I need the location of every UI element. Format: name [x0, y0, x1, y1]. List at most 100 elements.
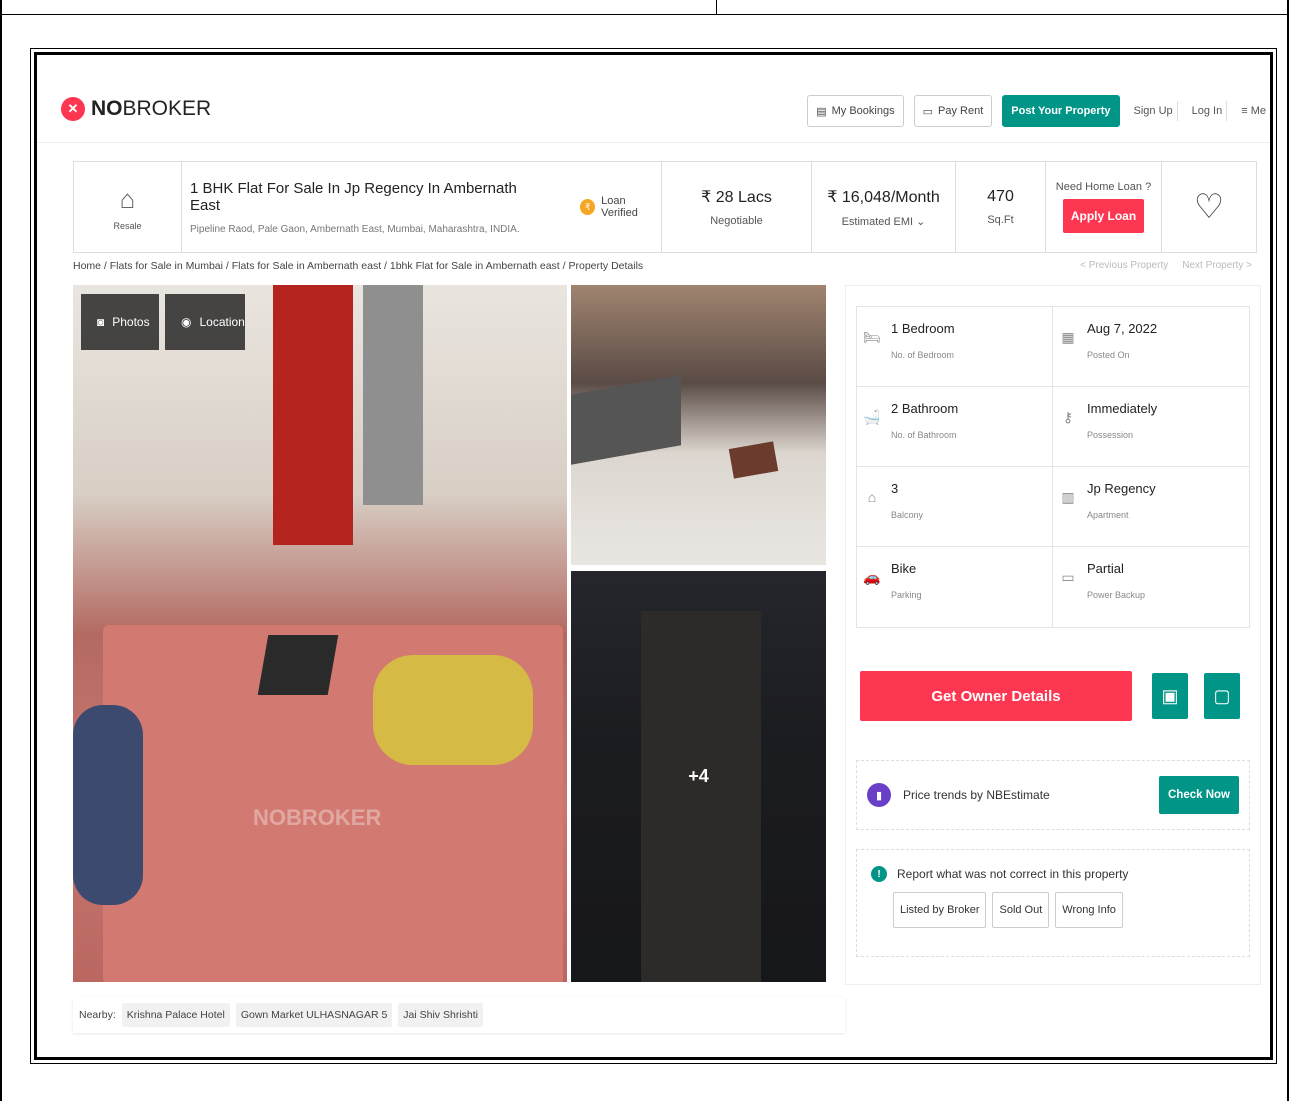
rupee-coin-icon: ₹	[580, 199, 596, 215]
menu-button[interactable]: ≡ Me	[1237, 101, 1270, 121]
price-cell: ₹ 28 Lacs Negotiable	[662, 162, 812, 252]
detail-apartment: ▥ Jp Regency Apartment	[1053, 467, 1249, 547]
loan-question: Need Home Loan ?	[1055, 181, 1152, 193]
pay-rent-button[interactable]: ▭ Pay Rent	[913, 95, 993, 127]
chat-button[interactable]: ▢	[1204, 673, 1240, 719]
card-icon: ▭	[922, 105, 934, 118]
camera-icon: ◙	[97, 315, 105, 329]
building-photo[interactable]: +4	[571, 571, 826, 982]
details-grid: 🛏 1 Bedroom No. of Bedroom ▦ Aug 7, 2022 Pos…	[856, 306, 1250, 628]
detail-bathroom: 🛁 2 Bathroom No. of Bathroom	[857, 387, 1053, 467]
car-icon: 🚗	[863, 569, 881, 585]
photos-button[interactable]: ◙ Photos	[81, 294, 159, 350]
emi-cell[interactable]: ₹ 16,048/Month Estimated EMI ⌄	[812, 162, 956, 252]
building-icon: ▥	[1061, 489, 1075, 505]
detail-posted-on: ▦ Aug 7, 2022 Posted On	[1053, 307, 1249, 387]
photo-watermark: NOBROKER	[253, 805, 382, 830]
loan-verified-badge: ₹ Loan Verified	[580, 195, 661, 219]
area-unit: Sq.Ft	[987, 214, 1014, 226]
heart-icon[interactable]: ♡	[1194, 187, 1224, 227]
area-cell: 470 Sq.Ft	[956, 162, 1046, 252]
photo-laptop	[257, 635, 339, 695]
screenshot-frame: ✕ NOBROKER ▤ My Bookings ▭ Pay Rent Post Y…	[30, 48, 1277, 1064]
photo-clothes	[73, 705, 143, 905]
bookings-icon: ▤	[816, 105, 827, 118]
listing-title: 1 BHK Flat For Sale In Jp Regency In Amb…	[190, 179, 517, 214]
my-bookings-button[interactable]: ▤ My Bookings	[807, 95, 904, 127]
details-panel: 🛏 1 Bedroom No. of Bedroom ▦ Aug 7, 2022 Pos…	[845, 285, 1261, 985]
log-in-link[interactable]: Log In	[1188, 101, 1228, 121]
get-owner-details-button[interactable]: Get Owner Details	[860, 671, 1132, 721]
apply-loan-button[interactable]: Apply Loan	[1062, 199, 1145, 233]
nobroker-logo[interactable]: ✕ NOBROKER	[61, 97, 211, 121]
key-icon: ⚷	[1062, 409, 1074, 425]
header-actions: ▤ My Bookings ▭ Pay Rent Post Your Propert…	[807, 95, 1270, 127]
compass-icon: ◉	[181, 315, 192, 329]
price-trend-box: ▮ Price trends by NBEstimate Check Now	[856, 760, 1250, 830]
detail-power-backup: ▭ Partial Power Backup	[1053, 547, 1249, 627]
price-note: Negotiable	[710, 215, 763, 227]
emi-value: ₹ 16,048/Month	[827, 188, 940, 206]
photo-stove	[571, 375, 681, 465]
location-button[interactable]: ◉ Location	[165, 294, 245, 350]
title-cell: 1 BHK Flat For Sale In Jp Regency In Amb…	[182, 162, 662, 252]
report-box: ! Report what was not correct in this pr…	[856, 849, 1250, 957]
logo-text: NOBROKER	[91, 97, 212, 120]
property-summary: ⌂ Resale 1 BHK Flat For Sale In Jp Regen…	[73, 161, 1257, 253]
balcony-icon: ⌂	[867, 489, 877, 505]
house-icon: ⌂	[119, 183, 136, 214]
detail-balcony: ⌂ 3 Balcony	[857, 467, 1053, 547]
check-now-button[interactable]: Check Now	[1159, 776, 1239, 814]
main-photo[interactable]: NOBROKER	[73, 285, 567, 982]
detail-bedroom: 🛏 1 Bedroom No. of Bedroom	[857, 307, 1053, 387]
battery-icon: ▭	[1061, 569, 1075, 585]
table-divider	[716, 0, 717, 15]
breadcrumb[interactable]: Home / Flats for Sale in Mumbai / Flats …	[73, 260, 643, 272]
next-property-link[interactable]: Next Property >	[1182, 260, 1252, 271]
bed-icon: 🛏	[863, 329, 881, 345]
property-pager: < Previous Property Next Property >	[1080, 260, 1252, 271]
listed-by-broker-button[interactable]: Listed by Broker	[893, 892, 987, 928]
report-options: Listed by Broker Sold Out Wrong Info	[893, 892, 1235, 928]
detail-parking: 🚗 Bike Parking	[857, 547, 1053, 627]
bathtub-icon: 🛁	[863, 409, 881, 425]
area-value: 470	[987, 188, 1014, 205]
logo-icon: ✕	[61, 97, 85, 121]
listing-address: Pipeline Raod, Pale Gaon, Ambernath East…	[190, 223, 520, 235]
owner-actions: Get Owner Details ▣ ▢	[860, 671, 1240, 721]
wrong-info-button[interactable]: Wrong Info	[1055, 892, 1123, 928]
alert-icon: !	[871, 866, 887, 882]
nearby-bar: Nearby: Krishna Palace Hotel Gown Market…	[73, 997, 845, 1033]
nearby-chip[interactable]: Krishna Palace Hotel	[121, 1003, 230, 1027]
detail-possession: ⚷ Immediately Possession	[1053, 387, 1249, 467]
chat-icon: ▢	[1213, 685, 1231, 706]
price-trend-label: Price trends by NBEstimate	[903, 788, 1050, 802]
photo-mirror	[363, 285, 423, 505]
emi-note: Estimated EMI ⌄	[841, 215, 926, 228]
previous-property-link[interactable]: < Previous Property	[1080, 260, 1168, 271]
calendar-icon: ▣	[1161, 685, 1179, 706]
post-property-button[interactable]: Post Your Property	[1002, 95, 1120, 127]
kitchen-photo[interactable]	[571, 285, 826, 565]
photo-cloth	[373, 655, 533, 765]
site-header: ✕ NOBROKER ▤ My Bookings ▭ Pay Rent Post Y…	[37, 73, 1270, 143]
schedule-visit-button[interactable]: ▣	[1152, 673, 1188, 719]
resale-label: Resale	[113, 220, 142, 231]
hamburger-icon: ≡	[1241, 105, 1251, 117]
calendar-icon: ▦	[1061, 329, 1075, 345]
nearby-chip[interactable]: Jai Shiv Shrishti	[398, 1003, 483, 1027]
more-photos-count[interactable]: +4	[571, 571, 826, 982]
gallery-buttons: ◙ Photos ◉ Location	[81, 294, 245, 350]
photo-curtain	[273, 285, 353, 545]
loan-cell: Need Home Loan ? Apply Loan	[1046, 162, 1162, 252]
sold-out-button[interactable]: Sold Out	[992, 892, 1050, 928]
resale-cell: ⌂ Resale	[74, 162, 182, 252]
shortlist-cell[interactable]: ♡	[1162, 162, 1256, 252]
sign-up-link[interactable]: Sign Up	[1130, 101, 1178, 121]
trend-chart-icon: ▮	[867, 783, 891, 807]
report-heading: ! Report what was not correct in this pr…	[871, 866, 1235, 882]
nearby-label: Nearby:	[79, 1009, 116, 1021]
nearby-chip[interactable]: Gown Market ULHASNAGAR 5	[235, 1003, 393, 1027]
top-table-border	[0, 0, 1289, 15]
photo-mat	[728, 441, 779, 479]
